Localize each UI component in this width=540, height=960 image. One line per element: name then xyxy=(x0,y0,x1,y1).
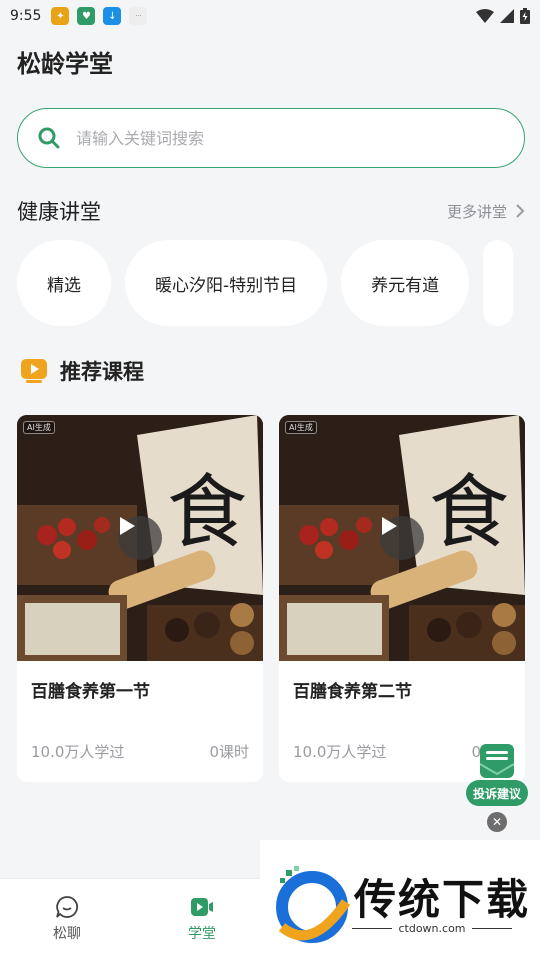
download-icon: ↓ xyxy=(103,7,122,25)
tab-xuetang[interactable]: 学堂 xyxy=(162,895,242,943)
app-notification-icon: ✦ xyxy=(51,7,70,25)
recommend-section-header: 推荐课程 xyxy=(20,355,144,387)
battery-icon xyxy=(520,8,530,24)
video-tv-icon xyxy=(21,359,47,383)
status-indicators xyxy=(476,8,530,24)
tab-songliao[interactable]: 松聊 xyxy=(27,895,107,943)
play-icon xyxy=(120,517,135,535)
course-thumbnail: 食 AI生成 xyxy=(17,415,263,661)
signal-icon xyxy=(500,9,514,23)
thumb-character: 食 xyxy=(429,466,509,559)
course-learners: 10.0万人学过 xyxy=(293,743,387,761)
thumb-character: 食 xyxy=(167,466,247,559)
close-icon[interactable]: ✕ xyxy=(487,812,507,832)
search-input[interactable] xyxy=(76,128,496,148)
chevron-right-icon xyxy=(516,204,525,218)
app-notification-icon: ··· xyxy=(129,7,148,25)
watermark-url: ctdown.com xyxy=(398,922,466,935)
tab-label: 学堂 xyxy=(188,926,216,942)
recommend-title: 推荐课程 xyxy=(60,360,144,384)
page-title: 松龄学堂 xyxy=(17,50,113,78)
course-title: 百膳食养第一节 xyxy=(31,682,150,702)
play-button[interactable] xyxy=(118,516,162,560)
play-button[interactable] xyxy=(380,516,424,560)
ai-generated-tag: AI生成 xyxy=(23,421,55,434)
status-time: 9:55 xyxy=(10,8,42,24)
course-card[interactable]: 食 AI生成 百膳食养第二节 10.0万人学过 0课时 xyxy=(279,415,525,782)
video-play-icon xyxy=(191,898,213,916)
feedback-label: 投诉建议 xyxy=(466,780,528,806)
chip-special-program[interactable]: 暖心汐阳-特别节目 xyxy=(125,240,328,326)
chip-partial[interactable] xyxy=(483,240,514,326)
status-bar: 9:55 ✦ ♥ ↓ ··· xyxy=(0,0,540,32)
chat-bubble-icon xyxy=(56,896,79,918)
course-card[interactable]: 食 AI生成 百膳食养第一节 10.0万人学过 0课时 xyxy=(17,415,263,782)
search-bar[interactable] xyxy=(17,108,525,168)
lecture-category-chips: 精选 暖心汐阳-特别节目 养元有道 xyxy=(17,240,514,326)
course-lessons: 0课时 xyxy=(209,743,249,761)
more-lectures-link[interactable]: 更多讲堂 xyxy=(447,201,525,222)
shield-app-icon: ♥ xyxy=(77,7,96,25)
course-thumbnail: 食 AI生成 xyxy=(279,415,525,661)
chip-featured[interactable]: 精选 xyxy=(17,240,111,326)
more-lectures-label: 更多讲堂 xyxy=(446,202,507,221)
watermark-logo-icon xyxy=(276,866,351,943)
course-title: 百膳食养第二节 xyxy=(293,682,412,702)
wifi-icon xyxy=(476,9,494,23)
feedback-envelope-icon xyxy=(479,744,515,778)
site-watermark: 传统下载 ctdown.com xyxy=(260,840,540,960)
chip-yangyuan[interactable]: 养元有道 xyxy=(341,240,470,326)
watermark-url-row: ctdown.com xyxy=(352,922,512,935)
ai-generated-tag: AI生成 xyxy=(285,421,317,434)
health-section-header: 健康讲堂 更多讲堂 xyxy=(17,195,525,227)
play-icon xyxy=(382,517,397,535)
feedback-widget[interactable]: 投诉建议 xyxy=(466,742,528,806)
search-icon xyxy=(38,127,60,149)
section-title: 健康讲堂 xyxy=(17,200,101,224)
tab-label: 松聊 xyxy=(53,926,81,942)
course-learners: 10.0万人学过 xyxy=(31,743,125,761)
watermark-title: 传统下载 xyxy=(354,875,531,924)
